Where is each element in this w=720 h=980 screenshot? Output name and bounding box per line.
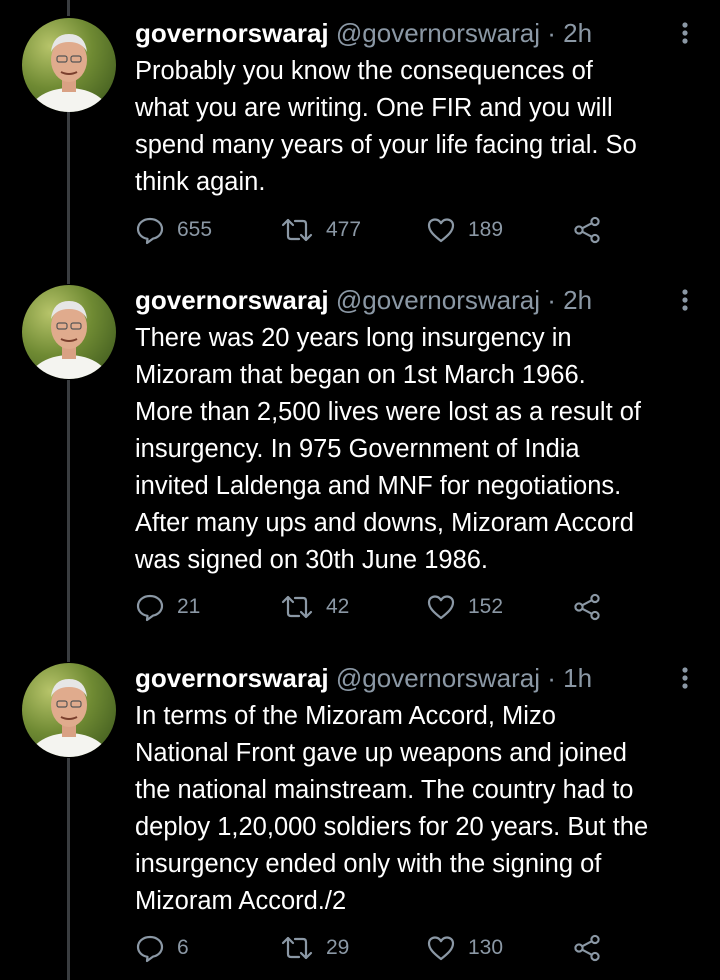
more-vertical-icon[interactable] xyxy=(678,285,692,315)
share-button[interactable] xyxy=(572,587,614,627)
share-button[interactable] xyxy=(572,210,614,250)
thread-line xyxy=(67,112,70,284)
retweet-button[interactable]: 42 xyxy=(280,587,349,627)
separator: · xyxy=(547,285,556,315)
like-count: 130 xyxy=(468,936,504,959)
tweet-header: governorswaraj @governorswaraj · 2h xyxy=(135,18,695,48)
reply-button[interactable]: 21 xyxy=(135,587,200,627)
timestamp[interactable]: 2h xyxy=(563,285,592,315)
heart-icon xyxy=(427,936,455,961)
share-icon xyxy=(574,216,600,244)
more-vertical-icon[interactable] xyxy=(678,663,692,693)
timestamp[interactable]: 2h xyxy=(563,18,592,48)
reply-icon xyxy=(136,935,164,963)
tweet-actions: 6 29 130 xyxy=(135,928,615,968)
like-count: 189 xyxy=(468,218,504,241)
like-button[interactable]: 152 xyxy=(426,587,503,627)
retweet-icon xyxy=(281,218,313,242)
tweet-text: Probably you know the consequences of wh… xyxy=(135,57,637,196)
avatar[interactable] xyxy=(22,285,116,379)
tweet-text: There was 20 years long insurgency in Mi… xyxy=(135,324,642,574)
retweet-count: 477 xyxy=(326,218,362,241)
reply-button[interactable]: 6 xyxy=(135,928,189,968)
more-vertical-icon[interactable] xyxy=(678,18,692,48)
display-name[interactable]: governorswaraj xyxy=(135,285,329,315)
heart-icon xyxy=(427,595,455,620)
reply-button[interactable]: 655 xyxy=(135,210,212,250)
tweet-header: governorswaraj @governorswaraj · 1h xyxy=(135,663,695,693)
share-icon xyxy=(574,593,600,621)
thread-line xyxy=(67,0,70,16)
user-handle[interactable]: @governorswaraj xyxy=(336,18,540,48)
user-handle[interactable]: @governorswaraj xyxy=(336,285,540,315)
share-icon xyxy=(574,934,600,962)
tweet-header: governorswaraj @governorswaraj · 2h xyxy=(135,285,695,315)
retweet-count: 42 xyxy=(326,595,350,618)
reply-count: 6 xyxy=(177,936,189,959)
like-button[interactable]: 130 xyxy=(426,928,503,968)
tweet-text: In terms of the Mizoram Accord, Mizo Nat… xyxy=(135,702,649,915)
reply-count: 21 xyxy=(177,595,201,618)
separator: · xyxy=(547,18,556,48)
timestamp[interactable]: 1h xyxy=(563,663,592,693)
retweet-count: 29 xyxy=(326,936,350,959)
retweet-icon xyxy=(281,595,313,619)
tweet-actions: 655 477 189 xyxy=(135,210,615,250)
like-count: 152 xyxy=(468,595,504,618)
retweet-button[interactable]: 29 xyxy=(280,928,349,968)
retweet-button[interactable]: 477 xyxy=(280,210,361,250)
retweet-icon xyxy=(281,936,313,960)
user-handle[interactable]: @governorswaraj xyxy=(336,663,540,693)
display-name[interactable]: governorswaraj xyxy=(135,18,329,48)
tweet-thread: governorswaraj @governorswaraj · 2h Prob… xyxy=(0,0,720,980)
thread-line xyxy=(67,758,70,980)
separator: · xyxy=(547,663,556,693)
tweet-actions: 21 42 152 xyxy=(135,587,615,627)
reply-icon xyxy=(136,594,164,622)
heart-icon xyxy=(427,218,455,243)
avatar[interactable] xyxy=(22,663,116,757)
reply-count: 655 xyxy=(177,218,213,241)
reply-icon xyxy=(136,217,164,245)
share-button[interactable] xyxy=(572,928,614,968)
display-name[interactable]: governorswaraj xyxy=(135,663,329,693)
thread-line xyxy=(67,380,70,662)
like-button[interactable]: 189 xyxy=(426,210,503,250)
avatar[interactable] xyxy=(22,18,116,112)
